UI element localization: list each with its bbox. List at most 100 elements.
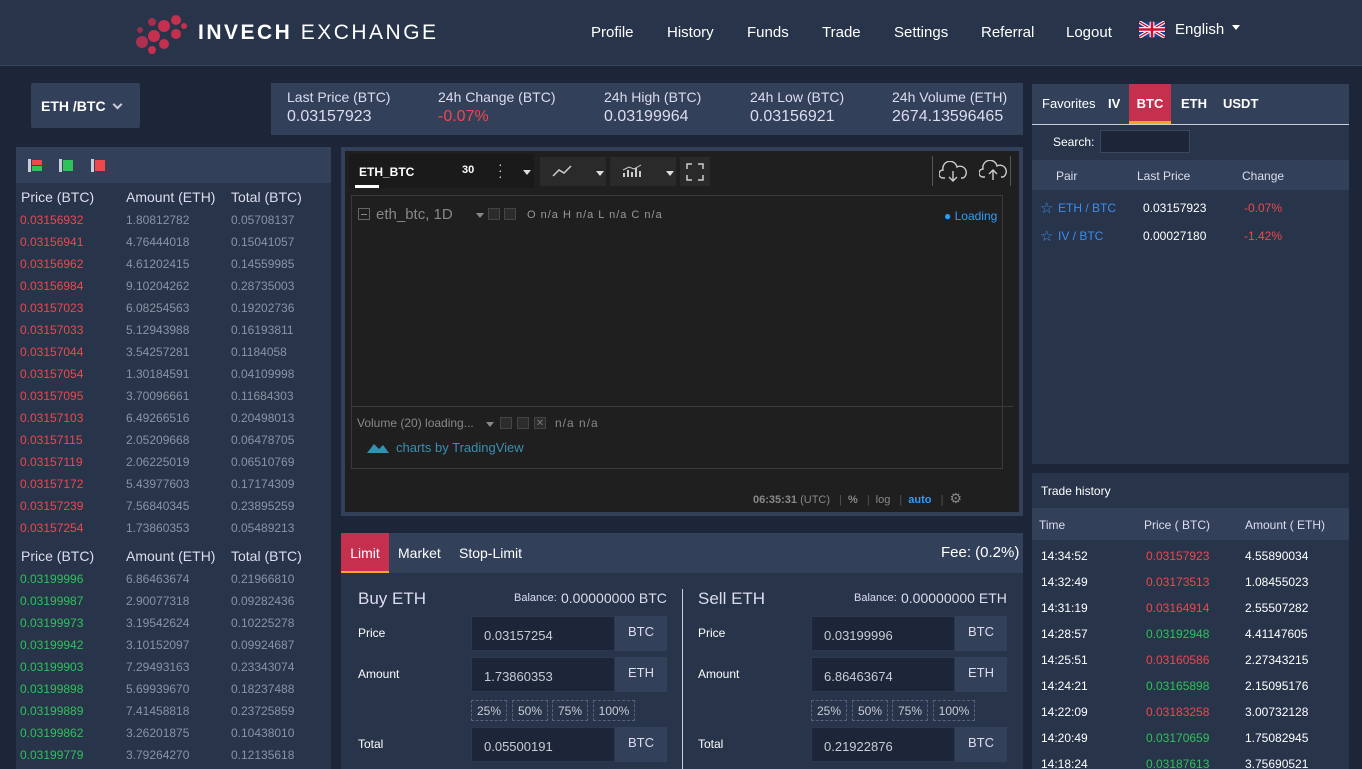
orderbook-bid-row[interactable]: 0.03199903 7.29493163 0.23343074: [16, 660, 331, 682]
orderbook-bid-row[interactable]: 0.03199996 6.86463674 0.21966810: [16, 572, 331, 594]
order-book: Price (BTC) Amount (ETH) Total (BTC) 0.0…: [16, 147, 331, 769]
orderbook-ask-row[interactable]: 0.03157254 1.73860353 0.05489213: [16, 521, 331, 543]
buy-price-input[interactable]: 0.03157254: [471, 616, 615, 651]
settings-small-icon[interactable]: [504, 208, 516, 220]
orderbook-bid-row[interactable]: 0.03199973 3.19542624 0.10225278: [16, 616, 331, 638]
orderbook-ask-row[interactable]: 0.03157023 6.08254563 0.19202736: [16, 301, 331, 323]
orderbook-bid-row[interactable]: 0.03199779 3.79264270 0.12135618: [16, 748, 331, 769]
indicators-button[interactable]: [610, 157, 676, 186]
chart-style-button[interactable]: [540, 157, 606, 186]
orderbook-ask-row[interactable]: 0.03157095 3.70096661 0.11684303: [16, 389, 331, 411]
tab-market[interactable]: Market: [398, 533, 441, 573]
book-asks-icon[interactable]: [91, 159, 105, 172]
tab-eth[interactable]: ETH: [1181, 84, 1207, 124]
caret-down-icon: [1232, 25, 1241, 30]
volume-legend[interactable]: Volume (20) loading...: [357, 416, 474, 430]
nav-funds[interactable]: Funds: [747, 24, 789, 41]
star-icon[interactable]: ☆: [1040, 199, 1053, 217]
orderbook-ask-row[interactable]: 0.03157115 2.05209668 0.06478705: [16, 433, 331, 455]
orderbook-ask-row[interactable]: 0.03156932 1.80812782 0.05708137: [16, 213, 331, 235]
cloud-download-icon[interactable]: [939, 161, 967, 183]
nav-settings[interactable]: Settings: [894, 24, 948, 41]
orderbook-ask-row[interactable]: 0.03156941 4.76444018 0.15041057: [16, 235, 331, 257]
orderbook-ask-row[interactable]: 0.03157239 7.56840345 0.23895259: [16, 499, 331, 521]
orderbook-bid-row[interactable]: 0.03199987 2.90077318 0.09282436: [16, 594, 331, 616]
trade-history-row: 14:28:57 0.03192948 4.41147605: [1032, 627, 1349, 647]
caret-down-icon[interactable]: [523, 170, 531, 175]
tab-btc[interactable]: BTC: [1129, 84, 1171, 124]
chart-canvas[interactable]: eth_btc, 1D O n/a H n/a L n/a C n/a ● Lo…: [351, 195, 1013, 469]
brand-name[interactable]: INVECH EXCHANGE: [198, 21, 439, 45]
ask-total: 0.23895259: [231, 499, 295, 513]
orderbook-bid-row[interactable]: 0.03199942 3.10152097 0.09924687: [16, 638, 331, 660]
eye-icon[interactable]: [500, 417, 512, 429]
auto-scale-button[interactable]: auto: [908, 494, 931, 506]
interval-button[interactable]: 30: [462, 164, 474, 176]
invech-logo-icon[interactable]: [134, 12, 188, 54]
more-vertical-icon[interactable]: · · ·: [498, 157, 503, 183]
buy-100-percent-button[interactable]: 100%: [593, 700, 635, 721]
sell-50-percent-button[interactable]: 50%: [852, 700, 888, 721]
sell-price-input[interactable]: 0.03199996: [811, 616, 955, 651]
fullscreen-button[interactable]: [680, 157, 710, 186]
tab-iv[interactable]: IV: [1108, 84, 1120, 124]
orderbook-ask-row[interactable]: 0.03157172 5.43977603 0.17174309: [16, 477, 331, 499]
nav-profile[interactable]: Profile: [591, 24, 634, 41]
tab-usdt[interactable]: USDT: [1223, 84, 1258, 124]
tradingview-chart[interactable]: ETH_BTC 30 · · · eth_btc, 1D O n/a H n/a…: [345, 151, 1019, 512]
orderbook-ask-row[interactable]: 0.03157054 1.30184591 0.04109998: [16, 367, 331, 389]
language-label: English: [1175, 21, 1225, 38]
buy-75-percent-button[interactable]: 75%: [552, 700, 588, 721]
orderbook-ask-row[interactable]: 0.03157119 2.06225019 0.06510769: [16, 455, 331, 477]
sell-75-percent-button[interactable]: 75%: [892, 700, 928, 721]
orderbook-bid-row[interactable]: 0.03199898 5.69939670 0.18237488: [16, 682, 331, 704]
trade-time: 14:20:49: [1041, 731, 1088, 745]
gear-icon[interactable]: ⚙: [949, 490, 962, 506]
orderbook-bid-row[interactable]: 0.03199889 7.41458818 0.23725859: [16, 704, 331, 726]
buy-25-percent-button[interactable]: 25%: [471, 700, 507, 721]
collapse-legend-icon[interactable]: [358, 208, 370, 220]
orderbook-ask-row[interactable]: 0.03156984 9.10204262 0.28735003: [16, 279, 331, 301]
tab-favorites[interactable]: Favorites: [1042, 84, 1095, 124]
book-both-icon[interactable]: [28, 159, 42, 172]
orderbook-ask-row[interactable]: 0.03156962 4.61202415 0.14559985: [16, 257, 331, 279]
buy-50-percent-button[interactable]: 50%: [512, 700, 548, 721]
buy-amount-input[interactable]: 1.73860353: [471, 657, 615, 692]
eye-icon[interactable]: [488, 208, 500, 220]
sell-100-percent-button[interactable]: 100%: [933, 700, 975, 721]
line-chart-icon: [552, 165, 572, 177]
tradingview-attribution[interactable]: charts by TradingView: [396, 440, 524, 455]
book-bids-icon[interactable]: [59, 159, 73, 172]
orderbook-ask-row[interactable]: 0.03157044 3.54257281 0.1184058: [16, 345, 331, 367]
nav-trade[interactable]: Trade: [822, 24, 861, 41]
orderbook-ask-row[interactable]: 0.03157103 6.49266516 0.20498013: [16, 411, 331, 433]
sell-amount-input[interactable]: 6.86463674: [811, 657, 955, 692]
ask-amount: 5.43977603: [126, 477, 190, 491]
market-pair[interactable]: ETH / BTC: [1058, 201, 1116, 215]
market-row[interactable]: ☆ IV / BTC 0.00027180 -1.42%: [1032, 226, 1349, 250]
sell-25-percent-button[interactable]: 25%: [811, 700, 847, 721]
star-icon[interactable]: ☆: [1040, 227, 1053, 245]
sell-total-input[interactable]: 0.21922876: [811, 727, 955, 762]
market-row[interactable]: ☆ ETH / BTC 0.03157923 -0.07%: [1032, 198, 1349, 222]
orderbook-bid-row[interactable]: 0.03199862 3.26201875 0.10438010: [16, 726, 331, 748]
nav-referral[interactable]: Referral: [981, 24, 1034, 41]
tab-limit[interactable]: Limit: [341, 533, 389, 573]
nav-logout[interactable]: Logout: [1066, 24, 1112, 41]
percent-scale-button[interactable]: %: [848, 494, 858, 506]
tab-stop-limit[interactable]: Stop-Limit: [459, 533, 522, 573]
close-icon[interactable]: ✕: [534, 417, 546, 429]
symbol-search[interactable]: ETH_BTC 30 · · ·: [349, 154, 534, 188]
search-label: Search:: [1053, 135, 1095, 149]
buy-total-input[interactable]: 0.05500191: [471, 727, 615, 762]
orderbook-ask-row[interactable]: 0.03157033 5.12943988 0.16193811: [16, 323, 331, 345]
market-pair[interactable]: IV / BTC: [1058, 229, 1103, 243]
pair-selector[interactable]: ETH /BTC: [31, 83, 140, 128]
cloud-upload-icon[interactable]: [979, 160, 1007, 182]
market-search-input[interactable]: [1100, 130, 1190, 153]
nav-history[interactable]: History: [667, 24, 714, 41]
log-scale-button[interactable]: log: [876, 494, 891, 506]
language-selector[interactable]: English: [1139, 21, 1241, 38]
settings-small-icon[interactable]: [517, 417, 529, 429]
chart-legend-symbol[interactable]: eth_btc, 1D: [376, 206, 453, 223]
